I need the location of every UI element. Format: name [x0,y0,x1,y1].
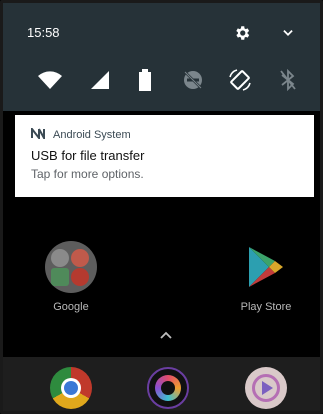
status-clock: 15:58 [27,25,60,40]
bluetooth-off-icon[interactable] [273,65,303,95]
app-google[interactable]: Google [31,241,111,313]
chevron-down-icon[interactable] [278,23,298,43]
video-app-icon[interactable] [245,367,287,409]
notification-title: USB for file transfer [31,148,145,163]
play-store-icon [240,241,292,293]
usb-notification[interactable]: Android System USB for file transfer Tap… [15,115,314,197]
phone-screen: 15:58 Android System USB for file transf… [0,0,323,414]
chrome-icon[interactable] [50,367,92,409]
quick-settings-row [3,65,320,95]
wifi-icon[interactable] [35,65,65,95]
app-label-play-store: Play Store [240,301,292,313]
battery-icon[interactable] [130,65,160,95]
notification-app-name: Android System [53,129,131,141]
notification-app-row: Android System [31,126,131,144]
google-folder-icon [45,241,97,293]
do-not-disturb-off-icon[interactable] [178,65,208,95]
cellular-signal-icon[interactable] [85,65,115,95]
app-label-google: Google [53,301,89,313]
home-screen: Google Play Store [3,199,320,411]
auto-rotate-icon[interactable] [225,65,255,95]
app-dock [3,357,320,411]
notification-text: Tap for more options. [31,167,144,181]
gear-icon[interactable] [232,23,252,43]
app-play-store[interactable]: Play Store [226,241,306,313]
notification-shade: 15:58 [3,3,320,111]
camera-app-icon[interactable] [147,367,189,409]
chevron-up-icon[interactable] [158,327,174,343]
android-system-icon [31,126,45,144]
